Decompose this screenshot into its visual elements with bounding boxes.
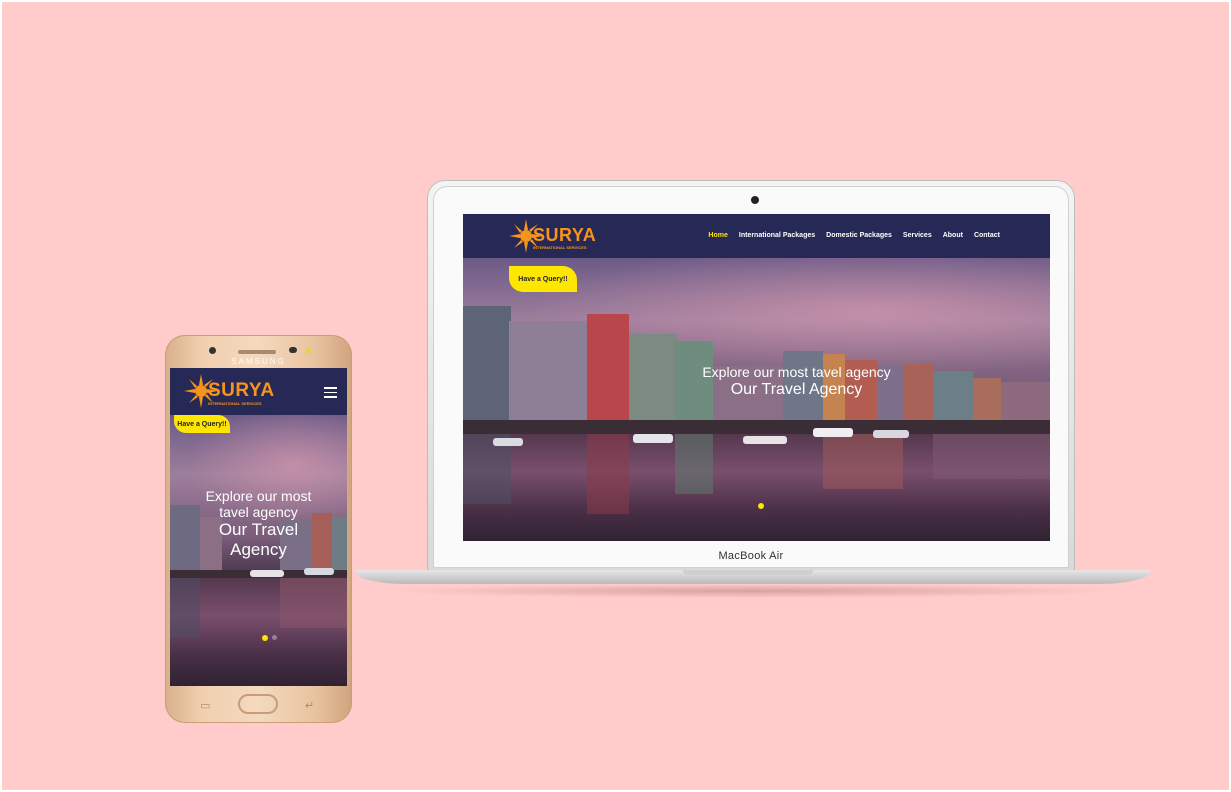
laptop-base xyxy=(355,570,1150,584)
site-header: SURYA INTERNATIONAL SERVICES xyxy=(170,368,347,415)
recent-apps-icon[interactable]: ▭ xyxy=(200,699,210,712)
phone-device: SAMSUNG Have a Query!! Explore our most … xyxy=(165,335,352,723)
site-header: SURYA INTERNATIONAL SERVICES Home Intern… xyxy=(463,214,1050,258)
hero-title-cont: Agency xyxy=(230,540,287,559)
hamburger-icon[interactable] xyxy=(324,387,337,398)
hero-subtitle-cont: tavel agency xyxy=(219,504,298,520)
phone-led-icon xyxy=(305,348,311,354)
nav-international-packages[interactable]: International Packages xyxy=(739,232,815,239)
home-button[interactable] xyxy=(238,694,278,714)
hero-subtitle: Explore our most xyxy=(205,488,312,504)
nav-services[interactable]: Services xyxy=(903,232,932,239)
laptop-camera-icon xyxy=(751,196,759,204)
phone-screen: Have a Query!! Explore our most tavel ag… xyxy=(170,368,347,686)
nav-contact[interactable]: Contact xyxy=(974,232,1000,239)
phone-sensor-icon xyxy=(289,347,297,353)
nav-about[interactable]: About xyxy=(943,232,963,239)
harbor-water xyxy=(463,428,1050,541)
phone-speaker xyxy=(238,350,276,354)
hero-title: Our Travel Agency xyxy=(730,381,863,398)
hero-heading: Explore our most tavel agency Our Travel… xyxy=(463,364,1050,399)
slider-dot-inactive[interactable] xyxy=(272,635,277,640)
sun-icon xyxy=(184,374,218,408)
harbor-water xyxy=(170,568,347,686)
main-nav: Home International Packages Domestic Pac… xyxy=(708,232,1000,239)
slider-dot-active[interactable] xyxy=(262,635,268,641)
laptop-brand-label: MacBook Air xyxy=(718,550,784,562)
hero-subtitle: Explore our most tavel agency xyxy=(702,364,891,380)
site-logo[interactable]: SURYA INTERNATIONAL SERVICES xyxy=(184,374,275,408)
site-logo[interactable]: SURYA INTERNATIONAL SERVICES xyxy=(509,219,596,253)
hero-title: Our Travel xyxy=(218,520,299,539)
laptop-bezel: Have a Query!! Explore our most tavel ag… xyxy=(433,186,1069,568)
laptop-screen: Have a Query!! Explore our most tavel ag… xyxy=(463,214,1050,541)
phone-brand-label: SAMSUNG xyxy=(231,357,286,366)
showcase-background: Have a Query!! Explore our most tavel ag… xyxy=(2,2,1229,790)
nav-home[interactable]: Home xyxy=(708,232,727,239)
hero-banner: Have a Query!! Explore our most tavel ag… xyxy=(170,415,347,686)
have-a-query-button[interactable]: Have a Query!! xyxy=(174,415,230,433)
laptop-notch xyxy=(683,570,813,575)
nav-domestic-packages[interactable]: Domestic Packages xyxy=(826,232,892,239)
laptop-shadow xyxy=(382,584,1122,598)
harbor-dock xyxy=(463,420,1050,434)
phone-camera-icon xyxy=(209,347,216,354)
back-icon[interactable]: ↵ xyxy=(305,699,314,712)
hero-heading: Explore our most tavel agency Our Travel… xyxy=(170,488,347,560)
sun-icon xyxy=(509,219,543,253)
hero-banner: Have a Query!! Explore our most tavel ag… xyxy=(463,258,1050,541)
have-a-query-button[interactable]: Have a Query!! xyxy=(509,266,577,292)
slider-dot-active[interactable] xyxy=(758,503,764,509)
laptop-lid: Have a Query!! Explore our most tavel ag… xyxy=(427,180,1075,572)
